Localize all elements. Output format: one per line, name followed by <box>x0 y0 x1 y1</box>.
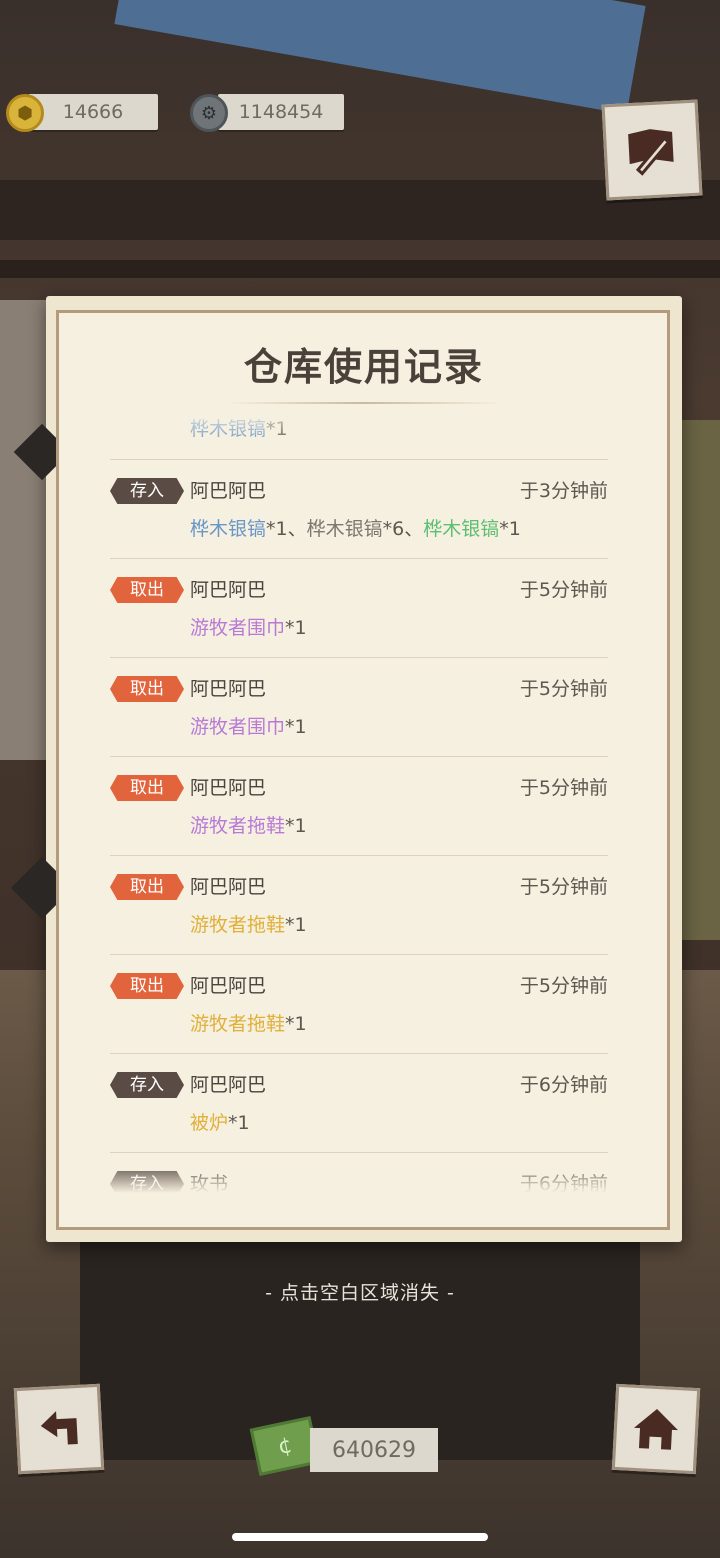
item-qty: *1 <box>285 617 307 639</box>
item-name: 游牧者围巾 <box>190 617 286 639</box>
item-qty: *1、 <box>266 518 307 540</box>
deposit-badge: 存入 <box>110 478 184 504</box>
back-button[interactable] <box>13 1383 105 1475</box>
home-icon <box>634 1409 678 1450</box>
log-entry: 取出 阿巴阿巴 于5分钟前游牧者拖鞋*1 <box>110 955 608 1054</box>
item-qty: *1 <box>228 1112 250 1134</box>
entry-time: 于5分钟前 <box>519 777 608 799</box>
entry-time: 于5分钟前 <box>519 678 608 700</box>
item-name: 被炉 <box>190 1112 229 1134</box>
withdraw-badge: 取出 <box>110 973 184 999</box>
log-entry: 取出 阿巴阿巴 于5分钟前游牧者围巾*1 <box>110 658 608 757</box>
item-qty: *1 <box>285 716 307 738</box>
item-qty: *6、 <box>382 518 424 540</box>
title-divider <box>226 402 502 404</box>
item-name: 游牧者围巾 <box>190 716 286 738</box>
log-list[interactable]: 桦木银镐*1存入阿巴阿巴于3分钟前桦木银镐*1、桦木银镐*6、桦木银镐*1取出阿… <box>110 408 608 1193</box>
log-entry: 存入 阿巴阿巴 于6分钟前被炉*1 <box>110 1054 608 1153</box>
item-name: 桦木银镐 <box>190 518 267 540</box>
entry-items: 被炉*1 <box>190 1108 250 1135</box>
item-qty: *1 <box>285 815 307 837</box>
withdraw-badge: 取出 <box>110 577 184 603</box>
entry-user: 阿巴阿巴 <box>190 480 267 502</box>
item-name: 桦木银镐 <box>306 518 383 540</box>
entry-time: 于5分钟前 <box>519 876 608 898</box>
gem-value: 1148454 <box>238 101 324 123</box>
withdraw-badge: 取出 <box>110 874 184 900</box>
deposit-badge: 存入 <box>110 1072 184 1098</box>
entry-items: 游牧者拖鞋*1 <box>190 1009 307 1036</box>
entry-time: 于3分钟前 <box>519 480 608 502</box>
entry-user: 阿巴阿巴 <box>190 777 267 799</box>
entry-time: 于5分钟前 <box>519 975 608 997</box>
storage-log-panel[interactable]: 仓库使用记录 桦木银镐*1存入阿巴阿巴于3分钟前桦木银镐*1、桦木银镐*6、桦木… <box>10 296 682 1242</box>
entry-items: 游牧者围巾*1 <box>190 712 307 739</box>
home-button[interactable] <box>611 1383 701 1475</box>
entry-items: 桦木银镐*1、桦木银镐*6、桦木银镐*1 <box>190 514 521 541</box>
item-qty: *1 <box>499 518 521 540</box>
entry-user: 阿巴阿巴 <box>190 579 267 601</box>
entry-time: 于6分钟前 <box>519 1074 608 1096</box>
entry-items: 游牧者拖鞋*1 <box>190 811 307 838</box>
item-name: 游牧者拖鞋 <box>190 815 286 837</box>
gear-token-icon: ⚙ <box>190 94 228 132</box>
entry-items: 游牧者围巾*1 <box>190 613 307 640</box>
dismiss-hint: - 点击空白区域消失 - <box>265 1282 455 1304</box>
home-indicator[interactable] <box>232 1533 488 1541</box>
log-entry: 取出 阿巴阿巴 于5分钟前游牧者拖鞋*1 <box>110 856 608 955</box>
cash-counter: 640629 <box>310 1428 438 1472</box>
log-entry: 取出 阿巴阿巴 于5分钟前游牧者围巾*1 <box>110 559 608 658</box>
item-qty: *1 <box>285 1013 307 1035</box>
item-name: 游牧者拖鞋 <box>190 914 286 936</box>
entry-time: 于5分钟前 <box>519 579 608 601</box>
entry-user: 阿巴阿巴 <box>190 876 267 898</box>
gem-counter: 1148454 <box>218 94 344 130</box>
log-entry: 存入 阿巴阿巴 于3分钟前 桦木银镐*1、桦木银镐*6、桦木银镐*1 <box>110 460 608 559</box>
cash-value: 640629 <box>332 1437 416 1463</box>
gold-value: 14666 <box>62 101 124 123</box>
withdraw-badge: 取出 <box>110 676 184 702</box>
back-arrow-icon <box>40 1411 78 1445</box>
panel-title: 仓库使用记录 <box>243 345 484 389</box>
entry-items: 游牧者拖鞋*1 <box>190 910 307 937</box>
entry-user: 阿巴阿巴 <box>190 678 267 700</box>
entry-user: 阿巴阿巴 <box>190 975 267 997</box>
withdraw-badge: 取出 <box>110 775 184 801</box>
log-entry: 取出 阿巴阿巴 于5分钟前游牧者拖鞋*1 <box>110 757 608 856</box>
gold-counter: 14666 <box>28 94 158 130</box>
item-qty: *1 <box>285 914 307 936</box>
item-name: 游牧者拖鞋 <box>190 1013 286 1035</box>
coin-icon: ⬢ <box>6 94 44 132</box>
journal-button[interactable] <box>601 99 703 201</box>
entry-user: 阿巴阿巴 <box>190 1074 267 1096</box>
item-name: 桦木银镐 <box>423 518 500 540</box>
journal-quill-icon <box>628 129 674 176</box>
